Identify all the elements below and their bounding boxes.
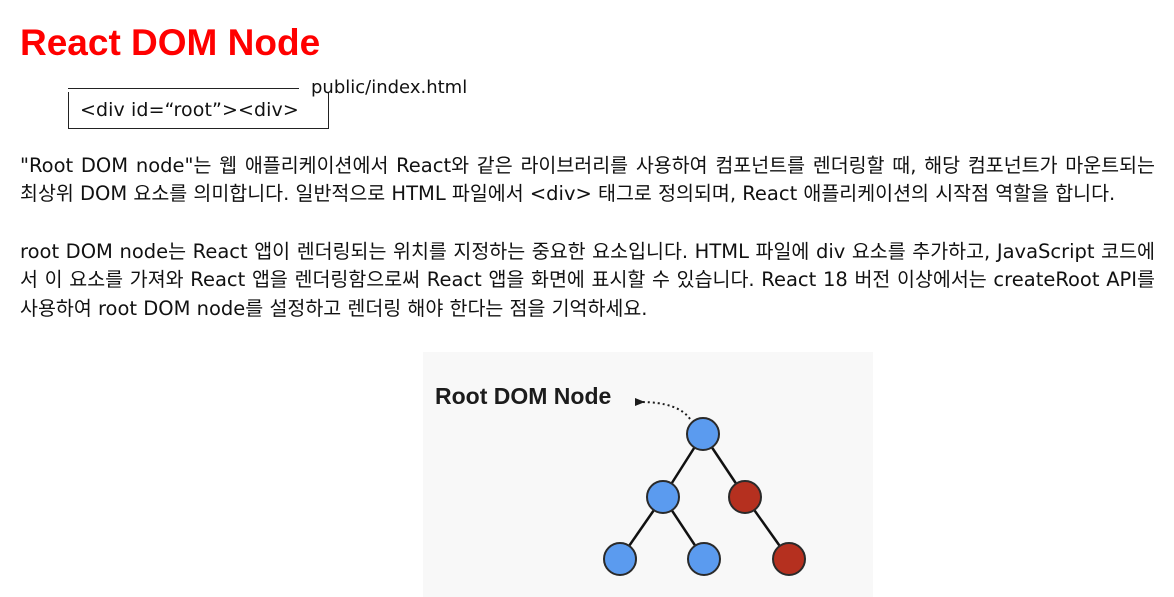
code-file-path: public/index.html bbox=[311, 77, 468, 98]
dom-tree-svg: Root DOM Node bbox=[435, 383, 806, 576]
code-path-leader-line bbox=[68, 88, 299, 89]
tree-node-red bbox=[728, 480, 762, 514]
tree-node-blue bbox=[603, 542, 637, 576]
code-snippet: <div id=“root”><div> bbox=[80, 99, 299, 121]
tree-node-blue bbox=[687, 542, 721, 576]
slide-title: React DOM Node bbox=[20, 22, 321, 63]
dom-tree-diagram: Root DOM Node bbox=[423, 352, 873, 597]
tree-node-red bbox=[772, 542, 806, 576]
root-dom-node-label: Root DOM Node bbox=[435, 383, 611, 409]
tree-node-blue bbox=[646, 480, 680, 514]
description-paragraph-2: root DOM node는 React 앱이 렌더링되는 위치를 지정하는 중… bbox=[20, 240, 1155, 320]
root-node bbox=[686, 417, 720, 451]
root-pointer-arrow bbox=[634, 397, 691, 420]
description-paragraph-1: "Root DOM node"는 웹 애플리케이션에서 React와 같은 라이… bbox=[20, 154, 1155, 206]
